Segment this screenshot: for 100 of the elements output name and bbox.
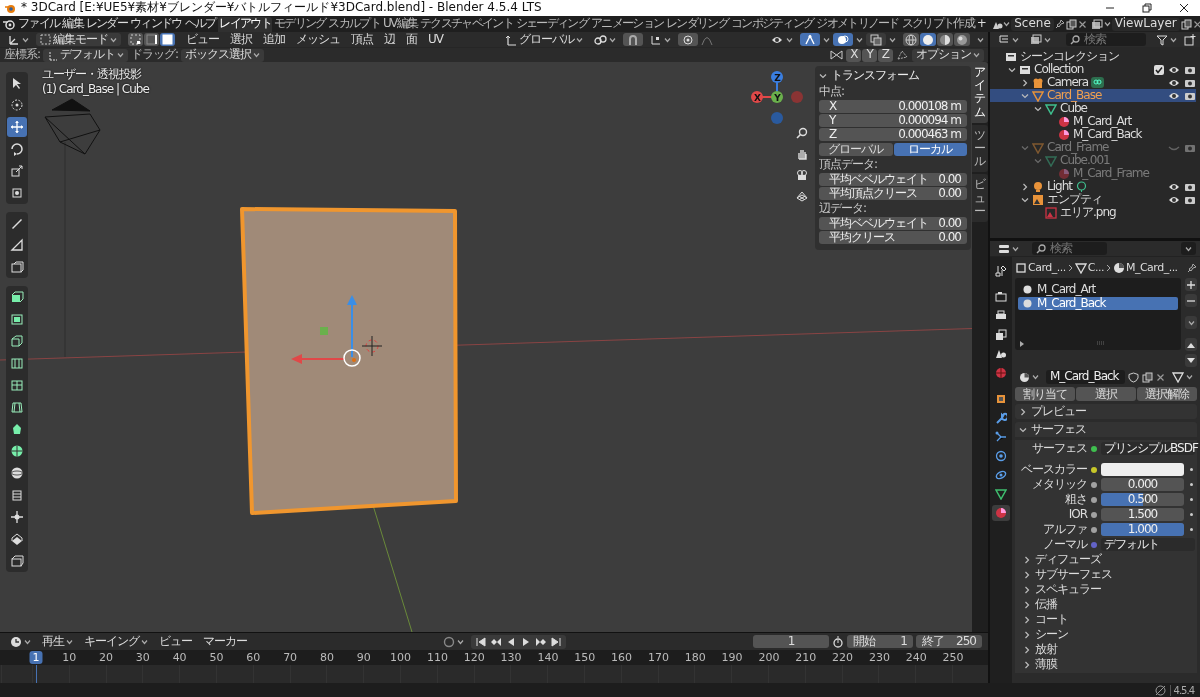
workspace-tab[interactable]: レンダリング: [665, 16, 729, 32]
subpanel-header[interactable]: 薄膜: [1017, 658, 1195, 671]
menu-item[interactable]: レンダー: [84, 17, 128, 31]
menu-dropdown[interactable]: 再生: [38, 635, 77, 648]
item-label: M_Card_Back: [1073, 127, 1142, 141]
sidebar-tab[interactable]: ビュー: [972, 174, 988, 222]
list-item[interactable]: M_Card_Art: [1018, 283, 1178, 296]
navigation-gizmo-drawing[interactable]: Z X Y: [751, 71, 803, 124]
menu-item[interactable]: UV: [424, 33, 447, 46]
axis-toggle[interactable]: Z: [877, 48, 893, 62]
subpanel-header[interactable]: サブサーフェス: [1017, 568, 1195, 581]
list-item[interactable]: M_Card_Back: [1018, 297, 1178, 310]
workspace-tab[interactable]: モデリング: [272, 16, 327, 32]
add-workspace-button[interactable]: +: [975, 17, 987, 31]
menu-item[interactable]: 辺: [380, 33, 399, 46]
tree-row[interactable]: M_Card_Art: [990, 115, 1196, 128]
menu-item[interactable]: 追加: [259, 33, 289, 46]
action-button[interactable]: 選択解除: [1137, 387, 1197, 401]
action-button[interactable]: 選択: [1076, 387, 1136, 401]
frame-number: 160: [610, 651, 634, 664]
frame-number: 60: [245, 651, 262, 664]
tree-row[interactable]: Cube: [990, 102, 1196, 115]
number-field[interactable]: Z 0.000463 m: [819, 128, 967, 141]
subpanel-header[interactable]: 伝播: [1017, 598, 1195, 611]
drag-dropdown[interactable]: ボックス選択: [181, 48, 265, 62]
subpanel-header[interactable]: コート: [1017, 613, 1195, 626]
options-dropdown[interactable]: オプション: [912, 48, 984, 62]
action-button[interactable]: 割り当て: [1015, 387, 1075, 401]
workspace-tab[interactable]: UV編集: [382, 16, 419, 32]
breadcrumb-item[interactable]: C...: [1087, 261, 1104, 275]
scene-field[interactable]: Scene: [1011, 17, 1054, 31]
workspace-tab[interactable]: スカルプト: [327, 16, 381, 32]
tree-row[interactable]: Cube.001: [990, 154, 1196, 167]
menu-item[interactable]: 面: [402, 33, 421, 46]
number-field[interactable]: 平均ベベルウェイト 0.00: [819, 173, 967, 186]
tree-row[interactable]: M_Card_Frame: [990, 167, 1196, 180]
space-toggle[interactable]: ローカル: [893, 143, 967, 156]
menu-item[interactable]: 頂点: [347, 33, 377, 46]
axis-toggle[interactable]: Y: [862, 48, 877, 62]
number-field[interactable]: 平均ベベルウェイト 0.00: [819, 217, 967, 230]
version-label: 4.5.4: [1169, 684, 1194, 696]
object-info: (1) Card_Base | Cube: [42, 83, 149, 97]
search-field[interactable]: 検索: [1066, 33, 1146, 46]
tree-row[interactable]: エンプティ: [990, 193, 1196, 206]
menu-item[interactable]: メッシュ: [292, 33, 344, 46]
subpanel-header[interactable]: 放射: [1017, 643, 1195, 656]
end-frame-field[interactable]: 終了 250: [916, 635, 982, 648]
number-field[interactable]: X 0.000108 m: [819, 100, 967, 113]
mode-dropdown[interactable]: 編集モード: [36, 33, 121, 46]
breadcrumb-item[interactable]: Card_...: [1028, 261, 1066, 275]
tree-row[interactable]: エリア.png: [990, 206, 1196, 219]
menu-item[interactable]: 編集: [61, 17, 84, 31]
menu-item[interactable]: マーカー: [199, 635, 251, 648]
current-frame-field[interactable]: 1: [753, 635, 829, 648]
material-name-field[interactable]: M_Card_Back: [1046, 370, 1125, 384]
value-slider[interactable]: 1.000: [1101, 523, 1184, 537]
number-field[interactable]: 1.500: [1101, 508, 1184, 522]
space-toggle[interactable]: グローバル: [819, 143, 893, 156]
subpanel-header[interactable]: スペキュラー: [1017, 583, 1195, 596]
menu-item[interactable]: ファイル: [17, 17, 61, 31]
sidebar-tab[interactable]: アイテム: [972, 62, 988, 123]
workspace-tab[interactable]: シェーディング: [514, 16, 589, 32]
menu-item[interactable]: 選択: [226, 33, 256, 46]
menu-dropdown[interactable]: キーイング: [80, 635, 152, 648]
menu-item[interactable]: ウィンドウ: [129, 17, 183, 31]
window-title: * 3DCard [E:¥UE5¥素材¥ブレンダー¥バトルフィールド¥3DCard.blend] - Blender 4.5.4 LTS: [21, 1, 542, 15]
axis-toggle[interactable]: X: [846, 48, 862, 62]
workspace-tab[interactable]: レイアウト: [218, 16, 272, 32]
coordinate-dropdown[interactable]: デフォルト: [43, 48, 129, 62]
panel-header[interactable]: プレビュー: [1015, 404, 1197, 419]
workspace-tab[interactable]: テクスチャペイント: [419, 16, 514, 32]
value-slider[interactable]: 0.000: [1101, 478, 1184, 492]
value-slider[interactable]: 0.500: [1101, 493, 1184, 507]
orientation-dropdown[interactable]: グローバル: [501, 33, 587, 46]
link-field[interactable]: デフォルト: [1101, 538, 1195, 552]
tree-row[interactable]: Light: [990, 180, 1196, 193]
menu-item[interactable]: ビュー: [155, 635, 196, 648]
workspace-tab[interactable]: スクリプト作成: [900, 16, 975, 32]
workspace-tab[interactable]: アニメーション: [590, 16, 665, 32]
number-field[interactable]: 平均クリース 0.00: [819, 231, 967, 244]
tree-row[interactable]: シーンコレクション: [990, 50, 1196, 63]
breadcrumb-item[interactable]: M_Card_...: [1125, 261, 1178, 275]
tree-row[interactable]: Camera: [990, 76, 1196, 89]
tree-row[interactable]: Collection: [990, 63, 1196, 76]
menu-item[interactable]: ビュー: [182, 33, 223, 46]
workspace-tab[interactable]: ジオメトリノード: [815, 16, 900, 32]
tree-row[interactable]: M_Card_Back: [990, 128, 1196, 141]
menu-item[interactable]: ヘルプ: [183, 17, 217, 31]
workspace-tab[interactable]: コンポジティング: [729, 16, 815, 32]
subpanel-header[interactable]: シーン: [1017, 628, 1195, 641]
start-frame-field[interactable]: 開始 1: [847, 635, 913, 648]
panel-header[interactable]: サーフェス: [1015, 422, 1197, 437]
tree-row[interactable]: Card_Frame: [990, 141, 1196, 154]
tree-row[interactable]: Card_Base: [990, 89, 1196, 102]
view-layer-field[interactable]: ViewLayer: [1111, 17, 1180, 31]
number-field[interactable]: Y 0.000094 m: [819, 114, 967, 127]
search-field[interactable]: 検索: [1032, 242, 1107, 255]
number-field[interactable]: 平均頂点クリース 0.00: [819, 187, 967, 200]
subpanel-header[interactable]: ディフューズ: [1017, 553, 1195, 566]
sidebar-tab[interactable]: ツール: [972, 124, 988, 173]
